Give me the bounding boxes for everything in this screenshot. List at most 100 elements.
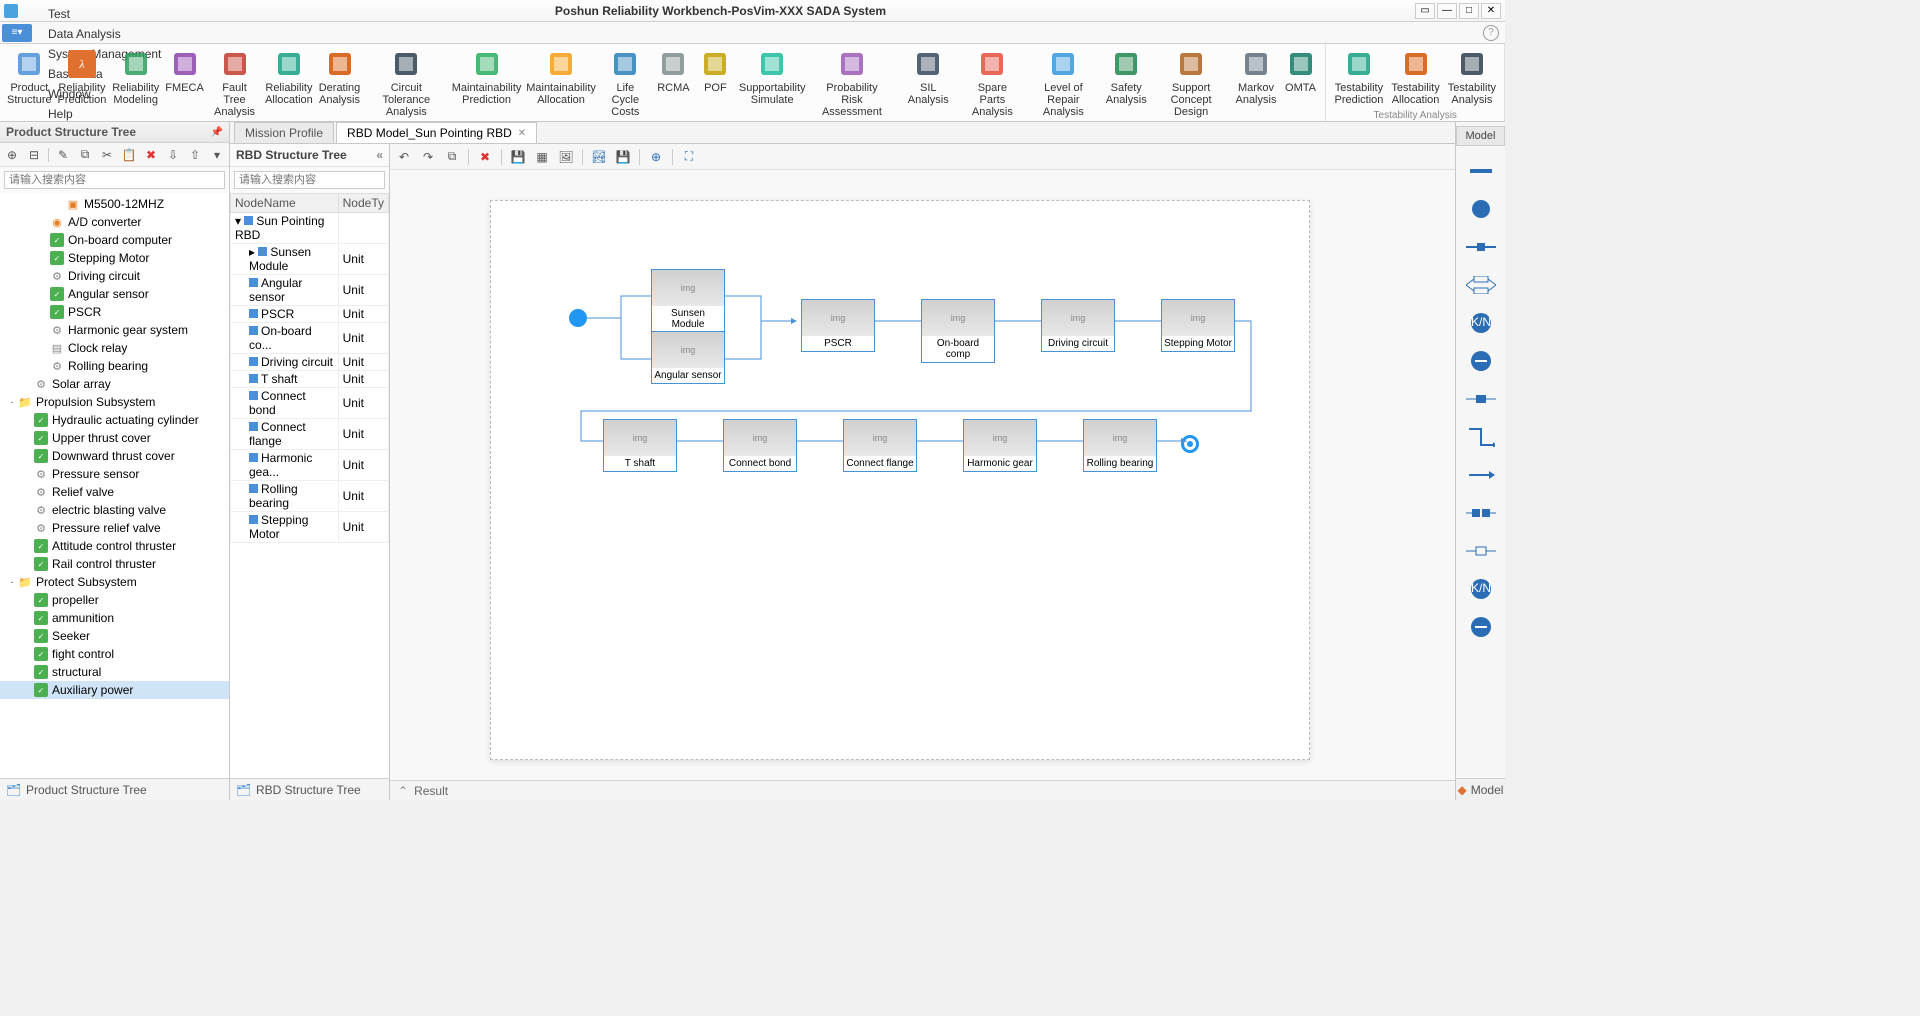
- tab-close-icon[interactable]: ✕: [518, 128, 526, 139]
- tree-item[interactable]: ⚙Pressure sensor: [0, 465, 229, 483]
- rbd-row[interactable]: ▸ Sunsen ModuleUnit: [231, 244, 389, 275]
- ribbon-item[interactable]: λReliability Prediction: [55, 46, 110, 120]
- ribbon-item[interactable]: Probability Risk Assessment: [808, 46, 896, 120]
- edit-icon[interactable]: ✎: [55, 147, 71, 163]
- palette-tab[interactable]: Model: [1456, 126, 1505, 146]
- document-tab[interactable]: Mission Profile: [234, 122, 334, 143]
- tree-item[interactable]: ⚙Relief valve: [0, 483, 229, 501]
- ribbon-item[interactable]: Derating Analysis: [316, 46, 364, 120]
- panel-pin-icon[interactable]: 📌: [211, 127, 223, 138]
- ribbon-item[interactable]: Support Concept Design: [1150, 46, 1233, 120]
- tree-item[interactable]: ✓Angular sensor: [0, 285, 229, 303]
- tree-item[interactable]: ✓structural: [0, 663, 229, 681]
- tree-item[interactable]: ⚙electric blasting valve: [0, 501, 229, 519]
- ribbon-item[interactable]: Maintainability Prediction: [449, 46, 524, 120]
- tree-item[interactable]: ⚙Pressure relief valve: [0, 519, 229, 537]
- diagram-canvas[interactable]: imgSunsen ModuleimgAngular sensor imgPSCR…: [390, 170, 1455, 780]
- ribbon-item[interactable]: Testability Allocation: [1387, 46, 1443, 108]
- tree-item[interactable]: ▤Clock relay: [0, 339, 229, 357]
- diagram-block[interactable]: imgDriving circuit: [1041, 299, 1115, 352]
- tree-item[interactable]: ⚙Harmonic gear system: [0, 321, 229, 339]
- ribbon-item[interactable]: POF: [694, 46, 736, 120]
- col-nodetype[interactable]: NodeTy: [338, 194, 388, 213]
- rbd-row[interactable]: Stepping MotorUnit: [231, 512, 389, 543]
- ribbon-item[interactable]: OMTA: [1280, 46, 1322, 120]
- tree-item[interactable]: ✓ammunition: [0, 609, 229, 627]
- result-tab-label[interactable]: Result: [414, 784, 448, 798]
- redo-icon[interactable]: ↷: [420, 149, 436, 165]
- save2-icon[interactable]: 💾: [615, 149, 631, 165]
- palette-block-icon[interactable]: [1463, 384, 1499, 414]
- tree-item[interactable]: ✓Stepping Motor: [0, 249, 229, 267]
- diagram-block[interactable]: imgAngular sensor: [651, 331, 725, 384]
- ribbon-item[interactable]: Safety Analysis: [1103, 46, 1150, 120]
- restore-down-aux-button[interactable]: ▭: [1415, 3, 1435, 19]
- palette-line-icon[interactable]: [1463, 156, 1499, 186]
- rbd-row[interactable]: ▾ Sun Pointing RBD: [231, 213, 389, 244]
- tree-item[interactable]: ✓Rail control thruster: [0, 555, 229, 573]
- palette-footer-label[interactable]: Model: [1471, 783, 1504, 797]
- diagram-block[interactable]: imgPSCR: [801, 299, 875, 352]
- help-icon[interactable]: ?: [1483, 25, 1499, 41]
- delete-canvas-icon[interactable]: ✖: [477, 149, 493, 165]
- rbd-row[interactable]: Connect flangeUnit: [231, 419, 389, 450]
- ribbon-item[interactable]: Markov Analysis: [1232, 46, 1279, 120]
- rbd-row[interactable]: Driving circuitUnit: [231, 354, 389, 371]
- export-icon[interactable]: ⇧: [187, 147, 203, 163]
- tree-item[interactable]: -📁Propulsion Subsystem: [0, 393, 229, 411]
- fit-icon[interactable]: ⊕: [648, 149, 664, 165]
- diagram-block[interactable]: imgSunsen Module: [651, 269, 725, 333]
- ribbon-item[interactable]: Testability Analysis: [1444, 46, 1500, 108]
- tree-item[interactable]: ▣M5500-12MHZ: [0, 195, 229, 213]
- import-icon[interactable]: ⇩: [165, 147, 181, 163]
- rbd-row[interactable]: Angular sensorUnit: [231, 275, 389, 306]
- save-icon[interactable]: 💾: [510, 149, 526, 165]
- collapse-all-icon[interactable]: ⊟: [26, 147, 42, 163]
- result-tab-icon[interactable]: ⌃: [398, 784, 408, 798]
- grid-icon[interactable]: ▦: [534, 149, 550, 165]
- tree-item[interactable]: ✓Auxiliary power: [0, 681, 229, 699]
- ribbon-item[interactable]: Supportability Simulate: [736, 46, 808, 120]
- collapse-icon[interactable]: «: [376, 148, 383, 162]
- diagram-block[interactable]: imgT shaft: [603, 419, 677, 472]
- palette-toggle-icon[interactable]: [1463, 612, 1499, 642]
- expand-all-icon[interactable]: ⊕: [4, 147, 20, 163]
- app-menu-button[interactable]: ≡▾: [2, 24, 32, 42]
- tree-item[interactable]: ⚙Solar array: [0, 375, 229, 393]
- palette-kn2-icon[interactable]: K/N: [1463, 574, 1499, 604]
- diagram-block[interactable]: imgHarmonic gear: [963, 419, 1037, 472]
- tree-item[interactable]: ◉A/D converter: [0, 213, 229, 231]
- palette-parallel-icon[interactable]: [1463, 270, 1499, 300]
- tree-search-input[interactable]: [4, 171, 225, 189]
- diagram-block[interactable]: imgConnect bond: [723, 419, 797, 472]
- export-img-icon[interactable]: 🖼: [558, 149, 574, 165]
- more-icon[interactable]: ▾: [209, 147, 225, 163]
- ribbon-item[interactable]: Testability Prediction: [1330, 46, 1387, 108]
- ribbon-item[interactable]: Maintainability Allocation: [524, 46, 599, 120]
- palette-arrow-icon[interactable]: [1463, 460, 1499, 490]
- start-node[interactable]: [569, 309, 587, 327]
- undo-icon[interactable]: ↶: [396, 149, 412, 165]
- tree-item[interactable]: ✓On-board computer: [0, 231, 229, 249]
- tree-item[interactable]: -📁Protect Subsystem: [0, 573, 229, 591]
- close-button[interactable]: ✕: [1481, 3, 1501, 19]
- menu-tab[interactable]: Test: [38, 4, 171, 24]
- ribbon-item[interactable]: Spare Parts Analysis: [961, 46, 1024, 120]
- rbd-row[interactable]: On-board co...Unit: [231, 323, 389, 354]
- document-tab[interactable]: RBD Model_Sun Pointing RBD✕: [336, 122, 537, 143]
- tree-item[interactable]: ⚙Driving circuit: [0, 267, 229, 285]
- palette-kn-icon[interactable]: K/N: [1463, 308, 1499, 338]
- ribbon-item[interactable]: Fault Tree Analysis: [207, 46, 262, 120]
- diagram-block[interactable]: imgRolling bearing: [1083, 419, 1157, 472]
- tree-item[interactable]: ✓PSCR: [0, 303, 229, 321]
- palette-step-icon[interactable]: [1463, 422, 1499, 452]
- ribbon-item[interactable]: Life Cycle Costs: [598, 46, 652, 120]
- palette-series-icon[interactable]: [1463, 232, 1499, 262]
- rbd-row[interactable]: Rolling bearingUnit: [231, 481, 389, 512]
- copy-canvas-icon[interactable]: ⧉: [444, 149, 460, 165]
- tree-item[interactable]: ✓Seeker: [0, 627, 229, 645]
- product-tree[interactable]: ▣M5500-12MHZ◉A/D converter✓On-board comp…: [0, 193, 229, 778]
- ribbon-item[interactable]: Level of Repair Analysis: [1024, 46, 1103, 120]
- rbd-row[interactable]: T shaftUnit: [231, 371, 389, 388]
- palette-switch-icon[interactable]: [1463, 346, 1499, 376]
